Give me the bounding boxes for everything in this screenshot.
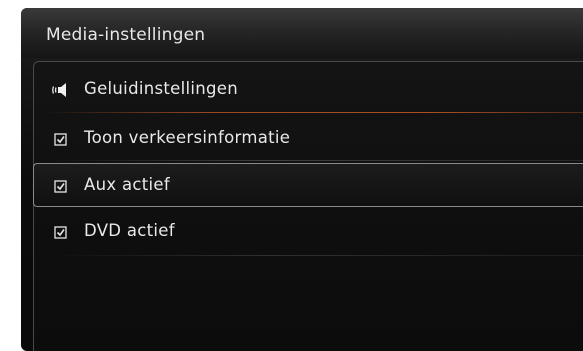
checkbox-checked-icon (54, 133, 67, 146)
divider (46, 160, 583, 161)
title-bar: Media-instellingen (21, 8, 583, 58)
menu-item-label: DVD actief (84, 221, 175, 240)
checkbox-checked-icon (54, 226, 67, 239)
menu-item-sound-settings[interactable]: Geluidinstellingen (34, 68, 583, 112)
divider-accent (46, 112, 583, 113)
menu-item-label: Aux actief (84, 175, 170, 194)
menu-item-label: Toon verkeersinformatie (84, 128, 291, 147)
menu-item-aux-active[interactable]: Aux actief (33, 163, 583, 207)
menu-item-dvd-active[interactable]: DVD actief (34, 210, 583, 254)
checkbox-checked-icon (54, 180, 67, 193)
divider (46, 255, 583, 256)
settings-menu: Geluidinstellingen Toon verkeersinformat… (33, 61, 583, 351)
menu-item-label: Geluidinstellingen (84, 79, 238, 98)
menu-item-traffic-info[interactable]: Toon verkeersinformatie (34, 117, 583, 161)
media-settings-screen: Media-instellingen Geluidinstellingen To… (21, 8, 583, 351)
speaker-icon (52, 83, 66, 97)
page-title: Media-instellingen (46, 25, 206, 45)
